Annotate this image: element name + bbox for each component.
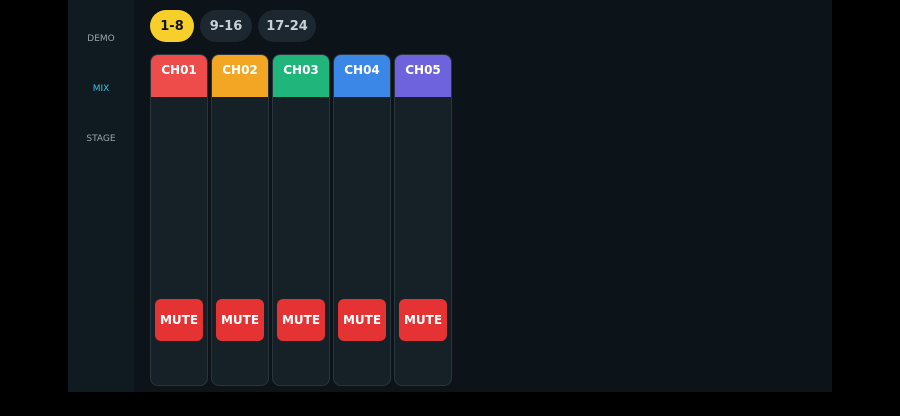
channel-strip: CH02 MUTE (211, 54, 269, 386)
sidebar-stage[interactable]: STAGE (68, 134, 134, 144)
sidebar-demo[interactable]: DEMO (68, 34, 134, 44)
mute-button[interactable]: MUTE (155, 299, 203, 341)
channel-header[interactable]: CH01 (151, 55, 207, 97)
tab-1-8[interactable]: 1-8 (150, 10, 194, 42)
sidebar: DEMO MIX STAGE (68, 0, 134, 392)
mixer-app: DEMO MIX STAGE 1-8 9-16 17-24 CH01 MUTE C… (68, 0, 832, 392)
channel-strip: CH04 MUTE (333, 54, 391, 386)
channel-header[interactable]: CH02 (212, 55, 268, 97)
tab-9-16[interactable]: 9-16 (200, 10, 252, 42)
channel-header[interactable]: CH05 (395, 55, 451, 97)
mute-button[interactable]: MUTE (338, 299, 386, 341)
channel-strip: CH05 MUTE (394, 54, 452, 386)
channel-strip: CH01 MUTE (150, 54, 208, 386)
mute-button[interactable]: MUTE (399, 299, 447, 341)
channel-header[interactable]: CH04 (334, 55, 390, 97)
channel-header[interactable]: CH03 (273, 55, 329, 97)
mute-button[interactable]: MUTE (216, 299, 264, 341)
tab-17-24[interactable]: 17-24 (258, 10, 316, 42)
channel-strip: CH03 MUTE (272, 54, 330, 386)
mute-button[interactable]: MUTE (277, 299, 325, 341)
sidebar-mix[interactable]: MIX (68, 84, 134, 94)
